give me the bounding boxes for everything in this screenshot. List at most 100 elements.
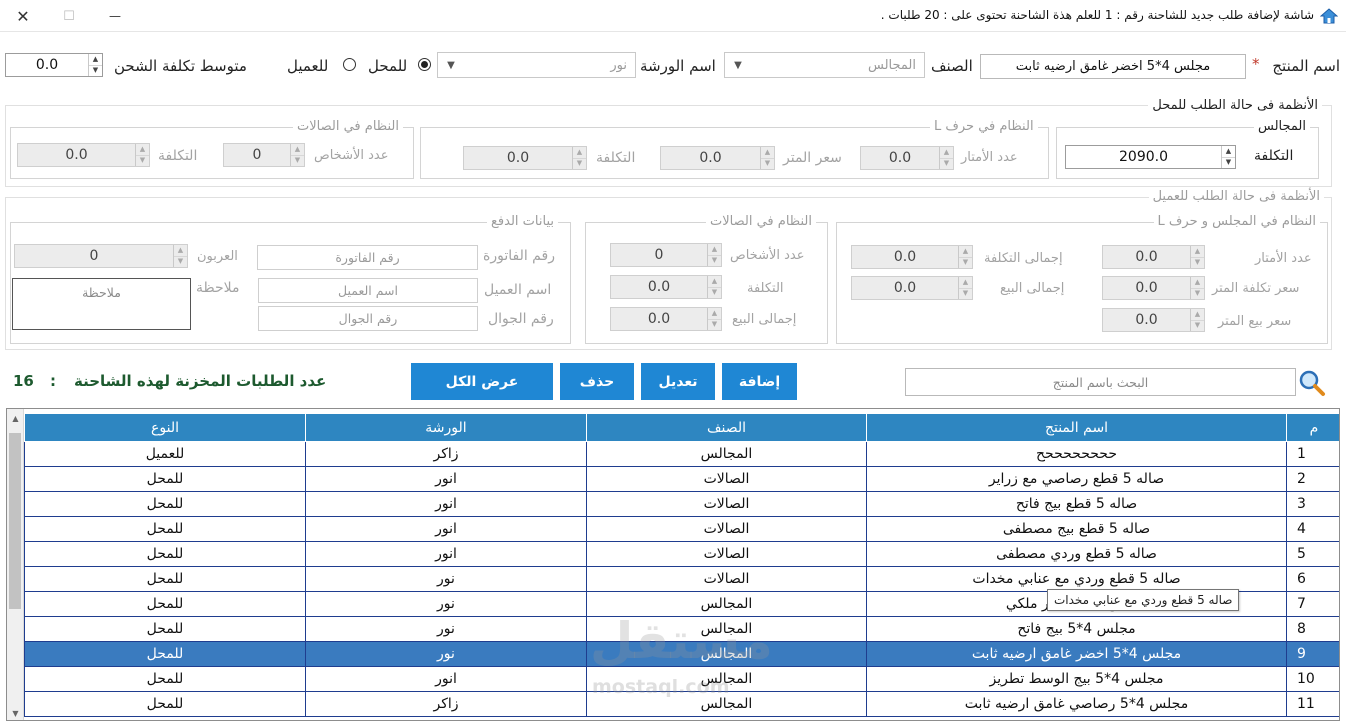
col-header-type[interactable]: النوع xyxy=(24,413,306,442)
col-header-product[interactable]: اسم المنتج xyxy=(866,413,1287,442)
phone-input[interactable]: رقم الجوال xyxy=(258,306,478,331)
note-textarea[interactable]: ملاحظة xyxy=(12,278,191,330)
spin-up-icon[interactable]: ▲ xyxy=(708,244,721,256)
orders-grid[interactable]: ▲ ▼ النوع الورشة الصنف اسم المنتج م للعم… xyxy=(6,408,1340,721)
minimize-icon: — xyxy=(109,9,121,23)
cell-product: مجلس 4*5 بيج فاتح xyxy=(866,616,1287,642)
spin-up-icon[interactable]: ▲ xyxy=(291,144,304,156)
search-icon[interactable] xyxy=(1297,368,1327,398)
category-select[interactable]: ▼ المجالس xyxy=(724,52,925,78)
spin-down-icon[interactable]: ▼ xyxy=(89,66,102,77)
customer-meter-sale-value: 0.0 xyxy=(1135,312,1158,328)
spin-down-icon[interactable]: ▼ xyxy=(940,159,953,170)
spin-down-icon[interactable]: ▼ xyxy=(959,289,972,300)
store-l-cost-stepper[interactable]: 0.0 ▲ ▼ xyxy=(463,146,587,170)
table-row[interactable]: للمحل انور الصالات صاله 5 قطع بيج فاتح 3 xyxy=(24,491,1339,517)
spin-down-icon[interactable]: ▼ xyxy=(1191,321,1204,332)
chevron-down-icon: ▼ xyxy=(734,59,742,71)
table-row[interactable]: للمحل انور الصالات صاله 5 قطع رصاصي مع ز… xyxy=(24,466,1339,492)
customer-halls-total-sale-stepper[interactable]: 0.0 ▲ ▼ xyxy=(610,307,722,331)
spin-up-icon[interactable]: ▲ xyxy=(1191,246,1204,258)
invoice-input[interactable]: رقم الفاتورة xyxy=(257,245,478,270)
col-header-index[interactable]: م xyxy=(1286,413,1339,442)
customer-total-cost-value: 0.0 xyxy=(893,249,917,265)
cell-product: صاله 5 قطع وردي مع عنابي مخدات xyxy=(866,566,1287,592)
spin-down-icon[interactable]: ▼ xyxy=(708,320,721,331)
spin-down-icon[interactable]: ▼ xyxy=(291,156,304,167)
spin-down-icon[interactable]: ▼ xyxy=(1191,258,1204,269)
spin-up-icon[interactable]: ▲ xyxy=(940,147,953,159)
spin-up-icon[interactable]: ▲ xyxy=(1191,309,1204,321)
cell-workshop: انور xyxy=(305,466,587,492)
customer-total-cost-stepper[interactable]: 0.0 ▲ ▼ xyxy=(851,245,973,269)
customer-meter-sale-stepper[interactable]: 0.0 ▲ ▼ xyxy=(1102,308,1205,332)
cell-workshop: زاكر xyxy=(305,441,587,467)
spin-down-icon[interactable]: ▼ xyxy=(573,159,586,170)
scroll-down-icon[interactable]: ▼ xyxy=(7,704,24,720)
cell-product: صاله 5 قطع وردي مصطفى xyxy=(866,541,1287,567)
minimize-button[interactable]: — xyxy=(92,0,138,32)
store-l-meter-price-stepper[interactable]: 0.0 ▲ ▼ xyxy=(660,146,775,170)
spin-up-icon[interactable]: ▲ xyxy=(1191,277,1204,289)
table-row[interactable]: للمحل انور الصالات صاله 5 قطع وردي مصطفى… xyxy=(24,541,1339,567)
spin-up-icon[interactable]: ▲ xyxy=(89,54,102,66)
spin-down-icon[interactable]: ▼ xyxy=(1191,289,1204,300)
customer-meters-stepper[interactable]: 0.0 ▲ ▼ xyxy=(1102,245,1205,269)
col-header-category[interactable]: الصنف xyxy=(586,413,867,442)
product-name-input[interactable]: مجلس 4*5 اخضر غامق ارضيه ثابت xyxy=(980,54,1246,79)
deposit-stepper[interactable]: 0 ▲ ▼ xyxy=(14,244,188,268)
spin-up-icon[interactable]: ▲ xyxy=(959,246,972,258)
cell-index: 10 xyxy=(1286,666,1339,692)
spin-up-icon[interactable]: ▲ xyxy=(708,276,721,288)
cell-workshop: نور xyxy=(305,616,587,642)
customer-name-input[interactable]: اسم العميل xyxy=(258,278,478,303)
customer-total-sale-stepper[interactable]: 0.0 ▲ ▼ xyxy=(851,276,973,300)
delete-button[interactable]: حذف xyxy=(560,363,634,400)
maximize-button[interactable]: ☐ xyxy=(46,0,92,32)
customer-halls-persons-label: عدد الأشخاص xyxy=(730,248,805,263)
spin-up-icon[interactable]: ▲ xyxy=(959,277,972,289)
cell-category: الصالات xyxy=(586,466,867,492)
spin-up-icon[interactable]: ▲ xyxy=(761,147,774,159)
spin-down-icon[interactable]: ▼ xyxy=(136,156,149,167)
spin-down-icon[interactable]: ▼ xyxy=(761,159,774,170)
spin-up-icon[interactable]: ▲ xyxy=(174,245,187,257)
scroll-thumb[interactable] xyxy=(9,433,21,609)
edit-button[interactable]: تعديل xyxy=(641,363,715,400)
spin-down-icon[interactable]: ▼ xyxy=(708,288,721,299)
add-button[interactable]: إضافة xyxy=(722,363,797,400)
customer-halls-persons-stepper[interactable]: 0 ▲ ▼ xyxy=(610,243,722,267)
scroll-up-icon[interactable]: ▲ xyxy=(7,409,24,427)
customer-halls-cost-stepper[interactable]: 0.0 ▲ ▼ xyxy=(610,275,722,299)
phone-label: رقم الجوال xyxy=(488,311,554,327)
radio-store[interactable] xyxy=(418,58,431,71)
col-header-workshop[interactable]: الورشة xyxy=(305,413,587,442)
table-row[interactable]: للمحل انور الصالات صاله 5 قطع بيج مصطفى … xyxy=(24,516,1339,542)
store-halls-title: النظام في الصالات xyxy=(293,119,403,134)
spin-up-icon[interactable]: ▲ xyxy=(708,308,721,320)
store-halls-persons-stepper[interactable]: 0 ▲ ▼ xyxy=(223,143,305,167)
vertical-scrollbar[interactable]: ▲ ▼ xyxy=(7,409,24,720)
show-all-button[interactable]: عرض الكل xyxy=(411,363,553,400)
spin-up-icon[interactable]: ▲ xyxy=(1222,146,1235,158)
customer-halls-cost-value: 0.0 xyxy=(647,279,671,295)
spin-down-icon[interactable]: ▼ xyxy=(959,258,972,269)
table-row[interactable]: للمحل نور الصالات صاله 5 قطع وردي مع عنا… xyxy=(24,566,1339,592)
customer-meter-cost-stepper[interactable]: 0.0 ▲ ▼ xyxy=(1102,276,1205,300)
search-input[interactable]: البحث باسم المنتج xyxy=(905,368,1296,396)
store-l-meters-stepper[interactable]: 0.0 ▲ ▼ xyxy=(860,146,954,170)
spin-down-icon[interactable]: ▼ xyxy=(1222,158,1235,169)
workshop-select[interactable]: ▼ نور xyxy=(437,52,636,78)
customer-halls-persons-value: 0 xyxy=(654,247,664,263)
store-majalis-cost-stepper[interactable]: 2090.0 ▲ ▼ xyxy=(1065,145,1236,169)
close-button[interactable]: ✕ xyxy=(0,0,46,32)
radio-customer[interactable] xyxy=(343,58,356,71)
table-row[interactable]: للعميل زاكر المجالس ححححححححح 1 xyxy=(24,441,1339,467)
spin-up-icon[interactable]: ▲ xyxy=(573,147,586,159)
shipping-cost-stepper[interactable]: 0.0 ▲ ▼ xyxy=(5,53,103,77)
store-halls-cost-stepper[interactable]: 0.0 ▲ ▼ xyxy=(17,143,150,167)
stored-count-label: عدد الطلبات المخزنة لهذه الشاحنة xyxy=(74,372,327,390)
spin-down-icon[interactable]: ▼ xyxy=(708,256,721,267)
spin-up-icon[interactable]: ▲ xyxy=(136,144,149,156)
spin-down-icon[interactable]: ▼ xyxy=(174,257,187,268)
